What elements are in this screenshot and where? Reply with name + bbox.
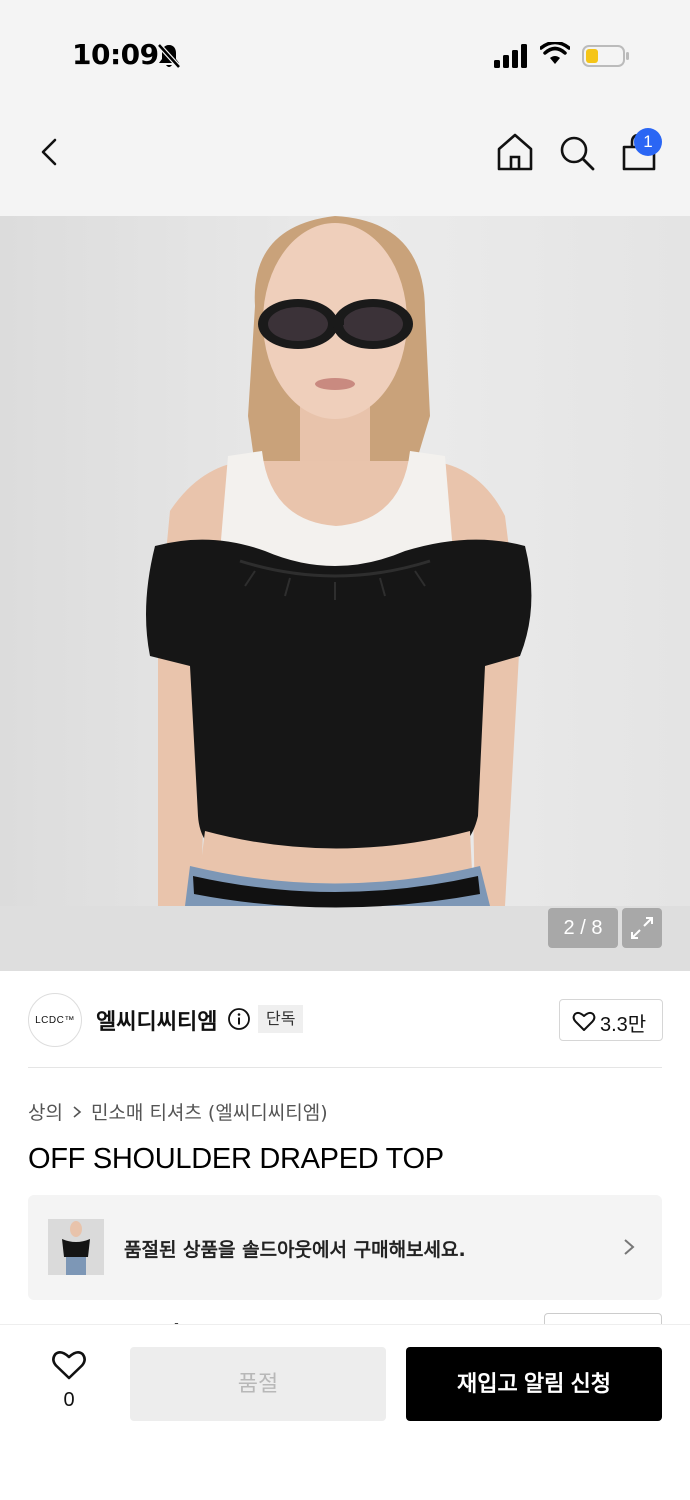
home-icon[interactable] — [494, 130, 536, 174]
bottom-action-bar: 0 품절 재입고 알림 신청 — [0, 1324, 690, 1500]
image-counter: 2 / 8 — [548, 908, 618, 948]
brand-logo[interactable]: LCDC™ — [28, 993, 82, 1047]
chevron-right-icon — [624, 1239, 635, 1255]
divider — [28, 1067, 662, 1068]
signal-icon — [494, 44, 527, 68]
back-icon[interactable] — [30, 132, 70, 172]
chevron-right-icon — [73, 1105, 82, 1118]
search-icon[interactable] — [556, 130, 598, 174]
brand-name[interactable]: 엘씨디씨티엠 — [96, 1004, 217, 1036]
product-like-count: 0 — [63, 1389, 75, 1411]
exclusive-badge: 단독 — [258, 1005, 304, 1033]
model-photo — [0, 216, 690, 971]
breadcrumb: 상의 민소매 티셔츠 (엘씨디씨티엠) — [28, 1098, 328, 1125]
cart-count-badge: 1 — [634, 128, 662, 156]
banner-text: 품절된 상품을 솔드아웃에서 구매해보세요. — [124, 1239, 466, 1261]
brand-like-count: 3.3만 — [600, 1014, 647, 1036]
nav-bar — [0, 108, 690, 216]
breadcrumb-category[interactable]: 상의 — [28, 1098, 63, 1125]
heart-icon — [52, 1351, 86, 1380]
wifi-icon — [540, 42, 570, 64]
product-image[interactable] — [0, 216, 690, 971]
bell-off-icon — [157, 43, 181, 69]
heart-icon — [572, 1011, 596, 1031]
product-title: OFF SHOULDER DRAPED TOP — [28, 1143, 444, 1175]
status-bar: 10:09 — [0, 0, 690, 108]
banner-thumbnail — [48, 1219, 104, 1275]
breadcrumb-subcategory[interactable]: 민소매 티셔츠 (엘씨디씨티엠) — [91, 1098, 328, 1125]
battery-icon — [582, 45, 629, 67]
status-time: 10:09 — [72, 38, 159, 71]
product-like-button[interactable]: 0 — [34, 1343, 104, 1421]
expand-icon — [631, 917, 653, 939]
brand-like-button[interactable]: 3.3만 — [559, 999, 663, 1041]
soldout-banner[interactable]: 품절된 상품을 솔드아웃에서 구매해보세요. — [28, 1195, 662, 1300]
expand-button[interactable] — [622, 908, 662, 948]
restock-alert-button[interactable]: 재입고 알림 신청 — [406, 1347, 662, 1421]
info-icon[interactable] — [227, 1007, 251, 1031]
soldout-button: 품절 — [130, 1347, 386, 1421]
